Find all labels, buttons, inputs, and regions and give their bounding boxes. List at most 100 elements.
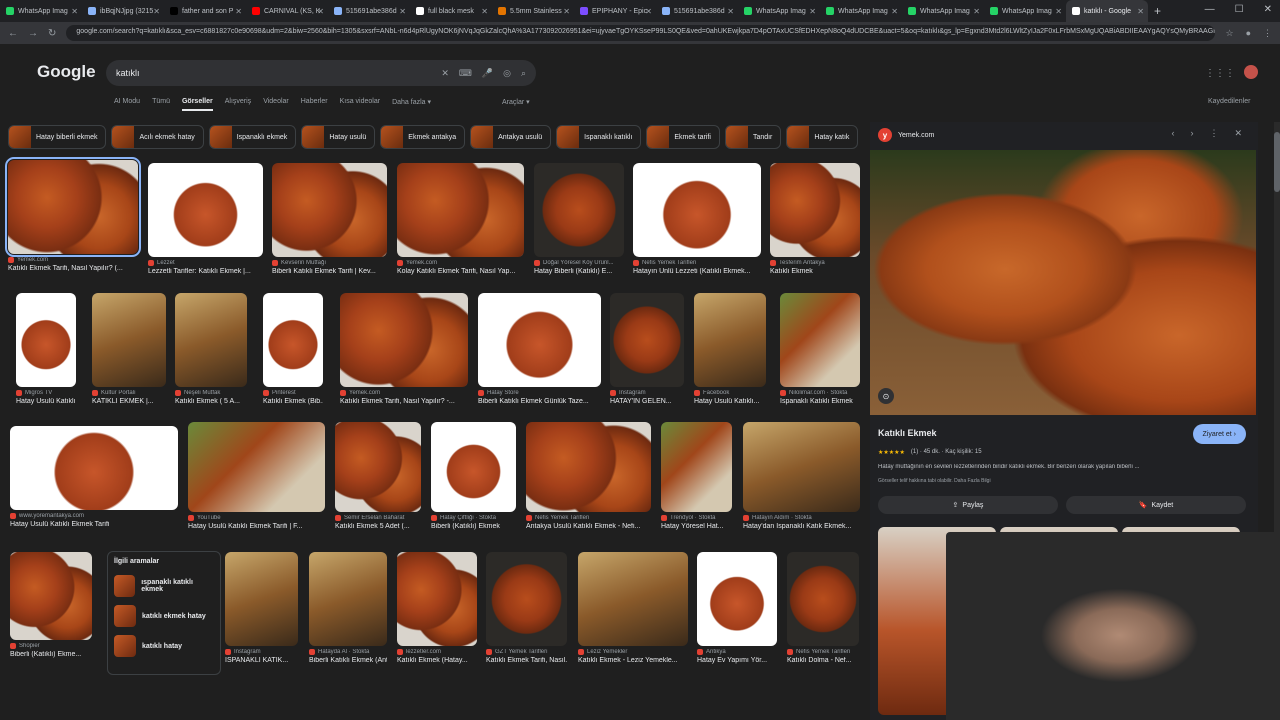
result-title[interactable]: Biberli Katıklı Ekmek (Antak... <box>309 657 387 664</box>
image-result[interactable]: Nilolimar.com · Stokta Ispanaklı Katıklı … <box>780 293 860 405</box>
refinement-chip[interactable]: Ekmek tarifi <box>646 125 720 149</box>
browser-tab[interactable]: katıklı - Google ✕ <box>1066 0 1148 22</box>
result-title[interactable]: Hatay Usulü Katıklı Ekmek Tarifi <box>10 521 178 528</box>
result-title[interactable]: Hatay Yöresel Hat... <box>661 523 732 530</box>
image-result[interactable]: Nefis Yemek Tarifleri Katıklı Dolma - Nef… <box>787 552 859 664</box>
panel-source[interactable]: Yemek.com <box>898 132 934 139</box>
apps-grid-icon[interactable]: ⋮⋮⋮ <box>1205 68 1235 79</box>
result-title[interactable]: Hatay Usulü Katıklı Ekmek Tarifi | F... <box>188 523 325 530</box>
browser-tab[interactable]: 515691abe386d ✕ <box>328 0 410 22</box>
result-title[interactable]: Hatay Usulü Katıklı... <box>16 398 76 405</box>
tab-close-icon[interactable]: ✕ <box>71 7 78 16</box>
result-title[interactable]: Katıklı Dolma - Nef... <box>787 657 859 664</box>
lens-search-icon[interactable]: ⊙ <box>878 388 894 404</box>
image-result[interactable]: Instagram ISPANAKLI KATIK... <box>225 552 298 664</box>
result-title[interactable]: HATAY'IN GELEN... <box>610 398 684 405</box>
maximize-icon[interactable]: ☐ <box>1235 4 1244 15</box>
browser-tab[interactable]: WhatsApp Imag ✕ <box>984 0 1066 22</box>
tab-close-icon[interactable]: ✕ <box>645 7 652 16</box>
result-title[interactable]: Hatay Ev Yapımı Yör... <box>697 657 777 664</box>
result-thumbnail[interactable] <box>175 293 247 387</box>
browser-tab[interactable]: WhatsApp Imag ✕ <box>902 0 984 22</box>
tab-close-icon[interactable]: ✕ <box>153 7 160 16</box>
refinement-chip[interactable]: Acılı ekmek hatay <box>111 125 204 149</box>
result-thumbnail[interactable] <box>335 422 421 512</box>
result-thumbnail[interactable] <box>610 293 684 387</box>
result-title[interactable]: Hatayın Ünlü Lezzeti (Katıklı Ekmek... <box>633 268 761 275</box>
result-title[interactable]: Biberli (Katıklı) Ekme... <box>10 651 92 658</box>
scrollbar-thumb[interactable] <box>1274 132 1280 192</box>
browser-tab[interactable]: 515691abe386d ✕ <box>656 0 738 22</box>
image-result[interactable]: Lezzet Lezzetli Tarifler: Katıklı Ekmek |… <box>148 163 263 275</box>
image-result[interactable]: Hatayda Al · Stokta Biberli Katıklı Ekmek… <box>309 552 387 664</box>
image-result[interactable]: YouTube Hatay Usulü Katıklı Ekmek Tarifi … <box>188 422 325 530</box>
refinement-chip[interactable]: Ispanaklı katıklı <box>556 125 642 149</box>
result-thumbnail[interactable] <box>92 293 166 387</box>
result-title[interactable]: Katıklı Ekmek - Leziz Yemekle... <box>578 657 688 664</box>
result-thumbnail[interactable] <box>526 422 651 512</box>
result-thumbnail[interactable] <box>10 426 178 510</box>
result-title[interactable]: Katıklı Ekmek <box>770 268 860 275</box>
menu-icon[interactable]: ⋮ <box>1263 28 1272 39</box>
refinement-chip[interactable]: Tandır <box>724 125 782 149</box>
search-tab[interactable]: Tümü <box>152 98 170 111</box>
related-search-item[interactable]: ıspanaklı katıklı ekmek <box>114 571 214 601</box>
tab-close-icon[interactable]: ✕ <box>1137 7 1144 16</box>
keyboard-icon[interactable]: ⌨ <box>459 68 472 79</box>
result-title[interactable]: Katıklı Ekmek ( 5 A... <box>175 398 247 405</box>
image-result[interactable]: Nefis Yemek Tarifleri Hatayın Ünlü Lezzet… <box>633 163 761 275</box>
result-title[interactable]: Ispanaklı Katıklı Ekmek <box>780 398 860 405</box>
image-result[interactable]: Yemek.com Katıklı Ekmek Tarifi, Nasıl Yap… <box>5 157 141 272</box>
browser-tab[interactable]: 5.5mm Stainless ✕ <box>492 0 574 22</box>
result-thumbnail[interactable] <box>309 552 387 646</box>
tab-close-icon[interactable]: ✕ <box>727 7 734 16</box>
result-thumbnail[interactable] <box>272 163 387 257</box>
search-tab[interactable]: AI Modu <box>114 98 140 111</box>
tab-close-icon[interactable]: ✕ <box>809 7 816 16</box>
image-result[interactable]: Yemek.com Katıklı Ekmek Tarifi, Nasıl Yap… <box>340 293 468 405</box>
result-title[interactable]: Lezzetli Tarifler: Katıklı Ekmek |... <box>148 268 263 275</box>
result-title[interactable]: Biberli (Katıklı) Ekmek <box>431 523 516 530</box>
result-title[interactable]: Hatay'dan Ispanaklı Katık Ekmek... <box>743 523 860 530</box>
result-title[interactable]: Katıklı Ekmek (Hatay... <box>397 657 477 664</box>
share-button[interactable]: ⇪ Paylaş <box>878 496 1058 514</box>
image-result[interactable]: Kültür Portalı KATIKLI EKMEK |... <box>92 293 166 405</box>
tab-close-icon[interactable]: ✕ <box>481 7 488 16</box>
profile-icon[interactable]: ● <box>1246 28 1251 39</box>
image-result[interactable]: Pinterest Katıklı Ekmek (Bib... <box>263 293 323 405</box>
result-thumbnail[interactable] <box>770 163 860 257</box>
result-thumbnail[interactable] <box>225 552 298 646</box>
browser-tab[interactable]: father and son P ✕ <box>164 0 246 22</box>
preview-image[interactable] <box>870 150 1256 415</box>
result-thumbnail[interactable] <box>697 552 777 646</box>
image-result[interactable]: Hatayın Aldım · Stokta Hatay'dan Ispanakl… <box>743 422 860 530</box>
saved-button[interactable]: Kaydedilenler <box>1208 98 1250 105</box>
next-icon[interactable]: › <box>1190 128 1193 139</box>
result-thumbnail[interactable] <box>743 422 860 512</box>
result-title[interactable]: Katıklı Ekmek Tarifi, Nasıl... <box>486 657 567 664</box>
bookmark-star-icon[interactable]: ☆ <box>1225 28 1233 39</box>
browser-tab[interactable]: EPIPHANY - Epic ✕ <box>574 0 656 22</box>
panel-title[interactable]: Katıklı Ekmek <box>878 428 937 438</box>
search-tab[interactable]: Kısa videolar <box>340 98 380 111</box>
search-box[interactable]: ✕ ⌨ 🎤 ◎ ⌕ <box>106 60 536 86</box>
image-result[interactable]: Kevserin Mutfağı Biberli Katıklı Ekmek Ta… <box>272 163 387 275</box>
clear-icon[interactable]: ✕ <box>441 68 449 79</box>
search-input[interactable] <box>116 68 442 78</box>
result-title[interactable]: Kolay Katıklı Ekmek Tarifi, Nasıl Yap... <box>397 268 524 275</box>
image-result[interactable]: Migros TV Hatay Usulü Katıklı... <box>16 293 76 405</box>
refinement-chip[interactable]: Ispanaklı ekmek <box>208 125 297 149</box>
image-result[interactable]: Leziz Yemekler Katıklı Ekmek - Leziz Yeme… <box>578 552 688 664</box>
browser-tab[interactable]: CARNIVAL (KS, K ✕ <box>246 0 328 22</box>
new-tab-button[interactable]: + <box>1154 4 1161 18</box>
more-icon[interactable]: ⋮ <box>1209 128 1218 139</box>
close-icon[interactable]: ✕ <box>1234 128 1242 139</box>
result-title[interactable]: Biberli Katıklı Ekmek Günlük Taze... <box>478 398 601 405</box>
result-title[interactable]: Katıklı Ekmek Tarifi, Nasıl Yapılır? -..… <box>340 398 468 405</box>
image-result[interactable]: Facebook Hatay Usulü Katıklı... <box>694 293 766 405</box>
forward-icon[interactable]: → <box>28 28 38 39</box>
minimize-icon[interactable]: — <box>1205 4 1215 15</box>
result-title[interactable]: Katıklı Ekmek Tarifi, Nasıl Yapılır? (..… <box>8 265 138 272</box>
browser-tab[interactable]: WhatsApp Imag ✕ <box>738 0 820 22</box>
browser-tab[interactable]: full black mesk ✕ <box>410 0 492 22</box>
